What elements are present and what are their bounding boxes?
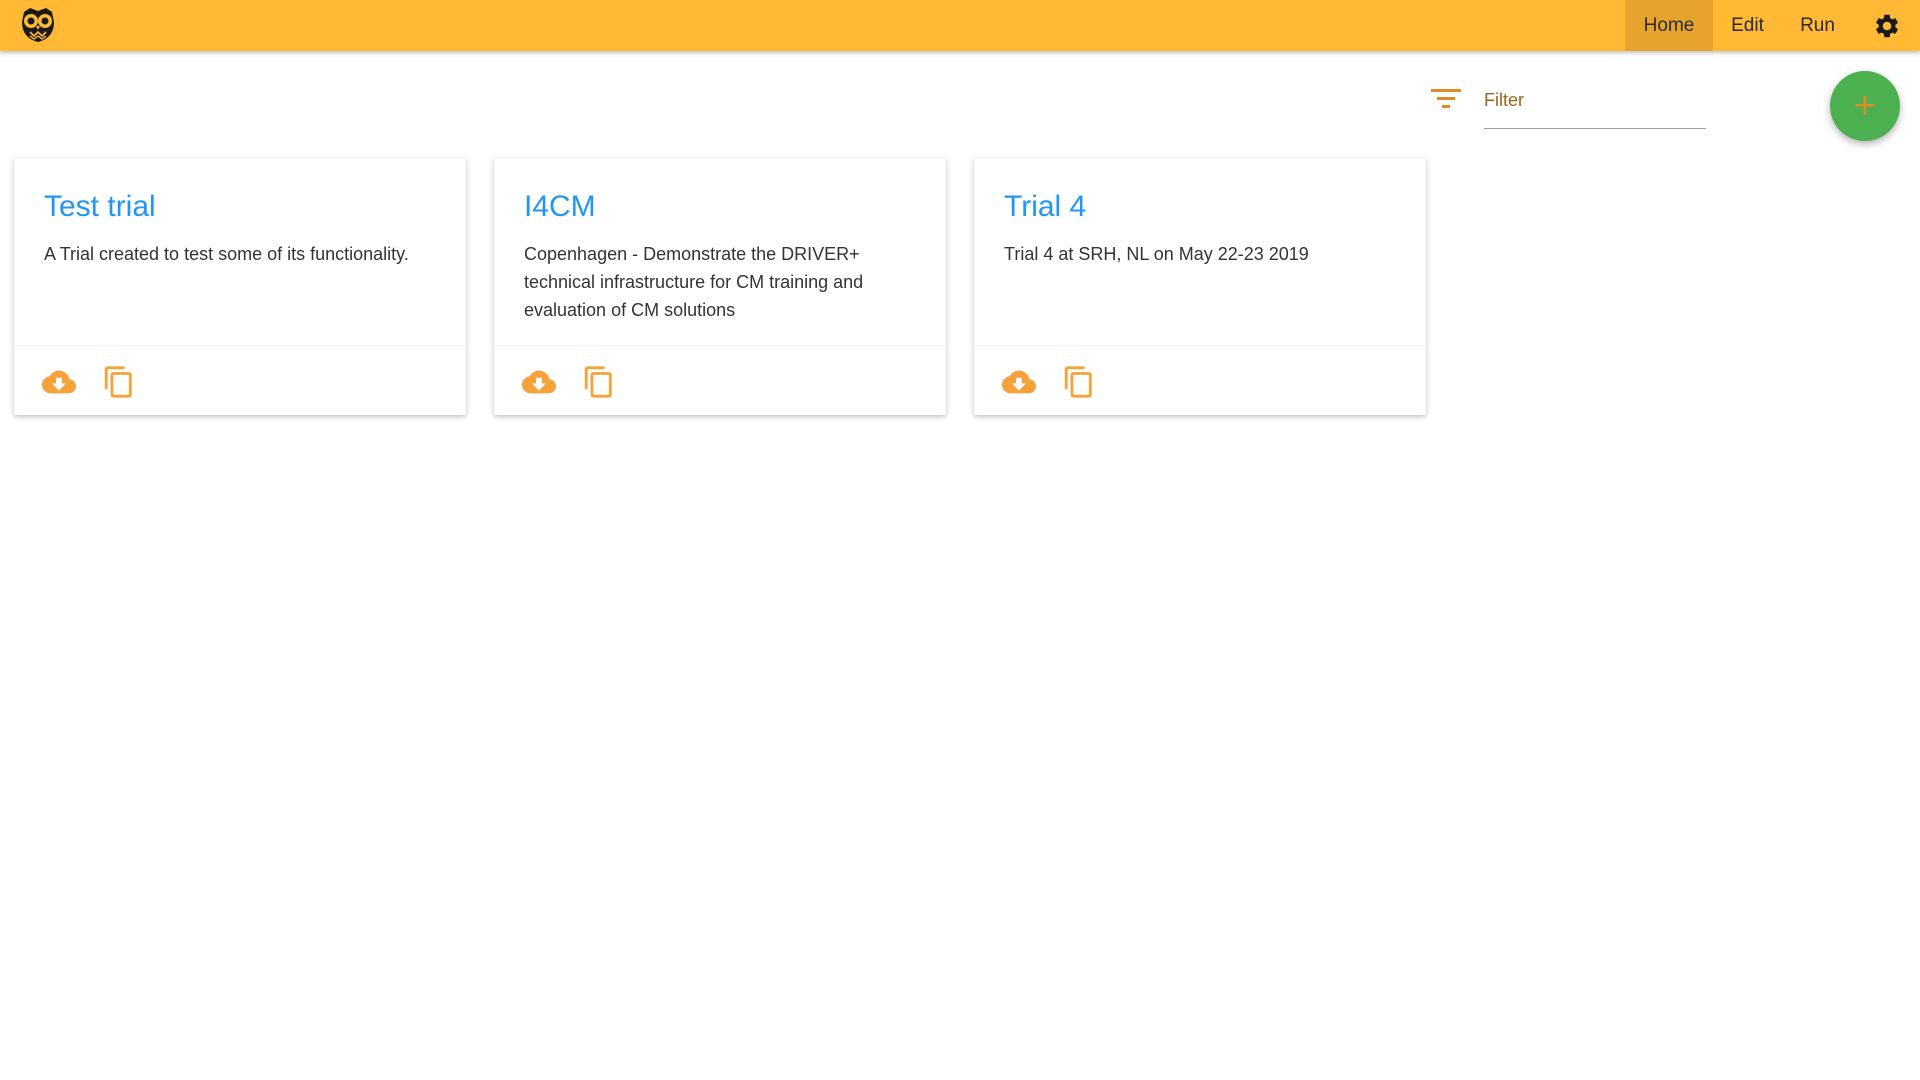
trial-card: Test trial A Trial created to test some …: [14, 158, 466, 415]
main-nav: Home Edit Run: [1625, 0, 1920, 51]
nav-run[interactable]: Run: [1782, 0, 1853, 51]
trial-card: Trial 4 Trial 4 at SRH, NL on May 22-23 …: [974, 158, 1426, 415]
nav-home[interactable]: Home: [1625, 0, 1713, 51]
card-content: Test trial A Trial created to test some …: [14, 158, 466, 346]
filter-field: [1484, 80, 1706, 129]
add-icon: +: [1852, 88, 1878, 123]
owl-logo-icon[interactable]: [18, 6, 58, 44]
card-actions: [494, 345, 946, 415]
card-content: Trial 4 Trial 4 at SRH, NL on May 22-23 …: [974, 158, 1426, 346]
copy-icon[interactable]: [102, 365, 136, 399]
filter-input[interactable]: [1484, 80, 1706, 120]
copy-icon[interactable]: [582, 365, 616, 399]
card-actions: [14, 345, 466, 415]
cloud-download-icon[interactable]: [42, 365, 76, 399]
trial-card: I4CM Copenhagen - Demonstrate the DRIVER…: [494, 158, 946, 415]
cloud-download-icon[interactable]: [522, 365, 556, 399]
filter-list-icon[interactable]: [1431, 87, 1461, 111]
add-trial-button[interactable]: +: [1830, 71, 1900, 141]
nav-edit[interactable]: Edit: [1713, 0, 1782, 51]
card-content: I4CM Copenhagen - Demonstrate the DRIVER…: [494, 158, 946, 346]
top-navbar: Home Edit Run: [0, 0, 1920, 51]
card-actions: [974, 345, 1426, 415]
card-description: Copenhagen - Demonstrate the DRIVER+ tec…: [524, 244, 864, 320]
card-title[interactable]: Test trial: [44, 190, 156, 224]
cloud-download-icon[interactable]: [1002, 365, 1036, 399]
card-description: Trial 4 at SRH, NL on May 22-23 2019: [1004, 244, 1309, 264]
copy-icon[interactable]: [1062, 365, 1096, 399]
card-title[interactable]: Trial 4: [1004, 190, 1086, 224]
gear-icon[interactable]: [1853, 0, 1920, 51]
card-description: A Trial created to test some of its func…: [44, 244, 409, 264]
card-title[interactable]: I4CM: [524, 190, 596, 224]
